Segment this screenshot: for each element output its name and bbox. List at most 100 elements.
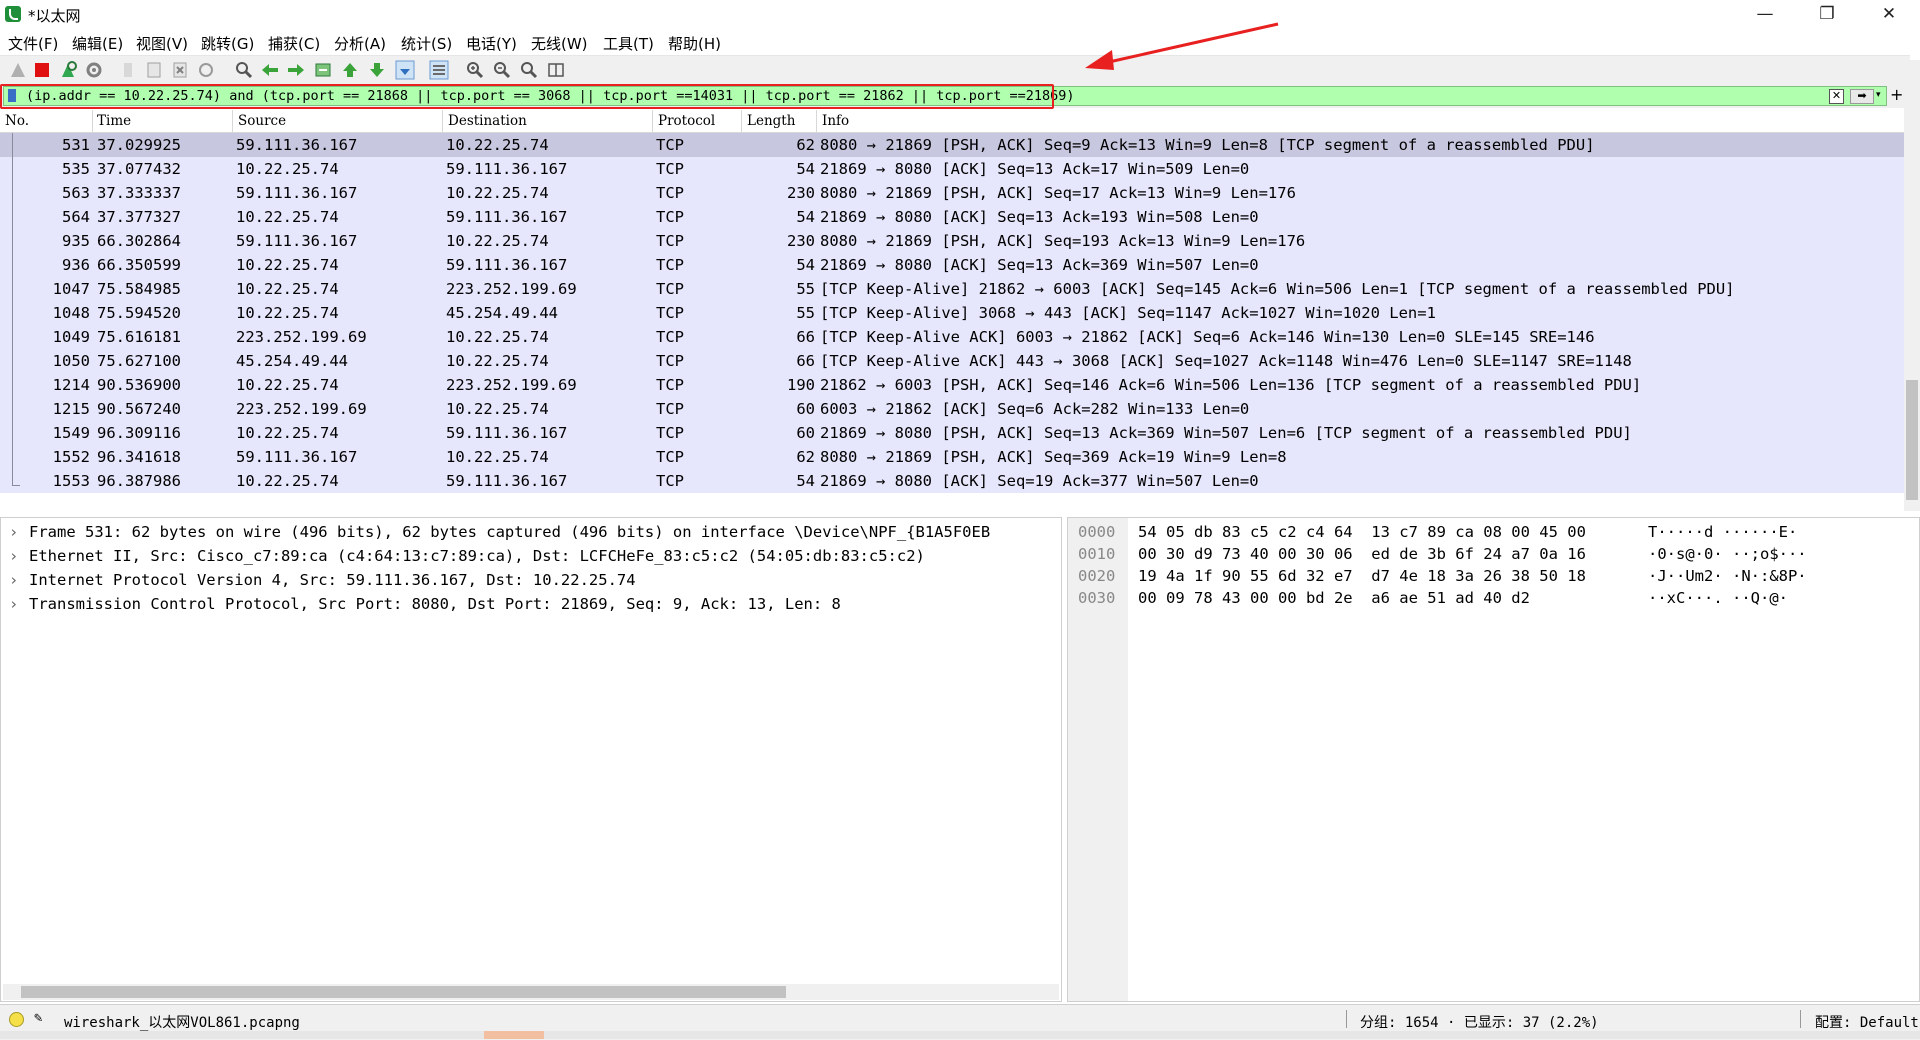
go-back-icon[interactable]	[260, 60, 280, 80]
apply-filter-icon[interactable]: ➡	[1850, 89, 1874, 104]
packet-row[interactable]: 1549 96.309116 10.22.25.74 59.111.36.167…	[0, 421, 1904, 445]
open-file-icon[interactable]	[118, 60, 138, 80]
packet-row[interactable]: 1047 75.584985 10.22.25.74 223.252.199.6…	[0, 277, 1904, 301]
stop-capture-icon[interactable]	[32, 60, 52, 80]
expand-chevron-icon[interactable]: ›	[9, 592, 29, 616]
close-file-icon[interactable]	[170, 60, 190, 80]
menu-view[interactable]: 视图(V)	[136, 33, 188, 54]
menu-analyze[interactable]: 分析(A)	[334, 33, 386, 54]
colorize-icon[interactable]	[429, 60, 449, 80]
packet-row-selected[interactable]: 531 37.029925 59.111.36.167 10.22.25.74 …	[0, 133, 1904, 157]
byte-hex[interactable]: 00 09 78 43 00 00 bd 2e a6 ae 51 ad 40 d…	[1138, 587, 1530, 609]
column-header-info[interactable]: Info	[822, 113, 849, 129]
packet-row[interactable]: 564 37.377327 10.22.25.74 59.111.36.167 …	[0, 205, 1904, 229]
restore-button[interactable]: ❐	[1804, 0, 1850, 30]
expand-chevron-icon[interactable]: ›	[9, 544, 29, 568]
cell-destination: 10.22.25.74	[446, 184, 549, 202]
byte-ascii[interactable]: T·····d ······E·	[1648, 521, 1797, 543]
profile-label[interactable]: 配置: Default	[1815, 1012, 1919, 1032]
packet-row[interactable]: 1552 96.341618 59.111.36.167 10.22.25.74…	[0, 445, 1904, 469]
packet-list-scrollbar[interactable]	[1904, 60, 1920, 511]
column-divider[interactable]	[741, 110, 742, 132]
detail-ethernet[interactable]: › Ethernet II, Src: Cisco_c7:89:ca (c4:64…	[9, 544, 925, 568]
zoom-out-icon[interactable]	[492, 60, 512, 80]
taskbar-item[interactable]	[484, 1031, 544, 1039]
autoscroll-icon[interactable]	[395, 60, 415, 80]
byte-ascii[interactable]: ··xC···. ··Q·@·	[1648, 587, 1788, 609]
byte-offset: 0010	[1078, 545, 1116, 563]
packet-row[interactable]: 1553 96.387986 10.22.25.74 59.111.36.167…	[0, 469, 1904, 493]
zoom-in-icon[interactable]	[465, 60, 485, 80]
edit-comment-icon[interactable]: ✎	[34, 1010, 42, 1026]
column-divider[interactable]	[816, 110, 817, 132]
capture-options-icon[interactable]	[84, 60, 104, 80]
byte-ascii[interactable]: ·0·s@·0· ··;o$···	[1648, 543, 1807, 565]
menu-go[interactable]: 跳转(G)	[201, 33, 254, 54]
go-first-icon[interactable]	[340, 60, 360, 80]
cell-time: 96.309116	[97, 424, 181, 442]
detail-ip[interactable]: › Internet Protocol Version 4, Src: 59.11…	[9, 568, 636, 592]
column-divider[interactable]	[652, 110, 653, 132]
cell-time: 75.616181	[97, 328, 181, 346]
add-filter-button-icon[interactable]: +	[1890, 86, 1903, 104]
packet-row[interactable]: 563 37.333337 59.111.36.167 10.22.25.74 …	[0, 181, 1904, 205]
menu-help[interactable]: 帮助(H)	[668, 33, 721, 54]
expand-chevron-icon[interactable]: ›	[9, 568, 29, 592]
packet-row[interactable]: 1050 75.627100 45.254.49.44 10.22.25.74 …	[0, 349, 1904, 373]
column-divider[interactable]	[92, 110, 93, 132]
byte-hex[interactable]: 00 30 d9 73 40 00 30 06 ed de 3b 6f 24 a…	[1138, 543, 1586, 565]
save-file-icon[interactable]	[144, 60, 164, 80]
menu-wireless[interactable]: 无线(W)	[531, 33, 588, 54]
capture-file-name: wireshark_以太网VOL861.pcapng	[64, 1015, 300, 1031]
expert-info-icon[interactable]	[9, 1012, 24, 1027]
cell-time: 37.333337	[97, 184, 181, 202]
packet-row[interactable]: 936 66.350599 10.22.25.74 59.111.36.167 …	[0, 253, 1904, 277]
column-divider[interactable]	[442, 110, 443, 132]
column-header-length[interactable]: Length	[747, 113, 795, 129]
restart-capture-icon[interactable]	[58, 60, 78, 80]
menu-capture[interactable]: 捕获(C)	[268, 33, 320, 54]
column-header-protocol[interactable]: Protocol	[658, 113, 715, 129]
packet-row[interactable]: 935 66.302864 59.111.36.167 10.22.25.74 …	[0, 229, 1904, 253]
scrollbar-thumb[interactable]	[21, 986, 786, 998]
menu-tools[interactable]: 工具(T)	[603, 33, 654, 54]
packet-row[interactable]: 535 37.077432 10.22.25.74 59.111.36.167 …	[0, 157, 1904, 181]
byte-hex[interactable]: 54 05 db 83 c5 c2 c4 64 13 c7 89 ca 08 0…	[1138, 521, 1586, 543]
menu-statistics[interactable]: 统计(S)	[401, 33, 452, 54]
column-divider[interactable]	[232, 110, 233, 132]
column-header-source[interactable]: Source	[238, 113, 286, 129]
filter-history-dropdown-icon[interactable]: ▾	[1876, 89, 1886, 102]
cell-no: 1048	[52, 304, 90, 322]
clear-filter-icon[interactable]: ✕	[1829, 89, 1844, 104]
cell-source: 10.22.25.74	[236, 424, 339, 442]
column-header-destination[interactable]: Destination	[448, 113, 527, 129]
packet-row[interactable]: 1048 75.594520 10.22.25.74 45.254.49.44 …	[0, 301, 1904, 325]
detail-tcp[interactable]: › Transmission Control Protocol, Src Port…	[9, 592, 841, 616]
go-forward-icon[interactable]	[286, 60, 306, 80]
packet-row[interactable]: 1214 90.536900 10.22.25.74 223.252.199.6…	[0, 373, 1904, 397]
go-to-packet-icon[interactable]	[313, 60, 333, 80]
resize-columns-icon[interactable]	[546, 60, 566, 80]
packet-row[interactable]: 1049 75.616181 223.252.199.69 10.22.25.7…	[0, 325, 1904, 349]
minimize-button[interactable]: —	[1742, 0, 1788, 30]
close-window-button[interactable]: ✕	[1866, 0, 1912, 30]
start-capture-icon[interactable]	[8, 60, 28, 80]
scrollbar-thumb[interactable]	[1906, 380, 1918, 500]
reload-file-icon[interactable]	[196, 60, 216, 80]
column-header-no[interactable]: No.	[5, 113, 29, 129]
cell-protocol: TCP	[656, 208, 684, 226]
menu-file[interactable]: 文件(F)	[8, 33, 58, 54]
go-last-icon[interactable]	[367, 60, 387, 80]
menu-edit[interactable]: 编辑(E)	[72, 33, 123, 54]
column-header-time[interactable]: Time	[97, 113, 131, 129]
expand-chevron-icon[interactable]: ›	[9, 520, 29, 544]
detail-frame[interactable]: › Frame 531: 62 bytes on wire (496 bits),…	[9, 520, 990, 544]
byte-hex[interactable]: 19 4a 1f 90 55 6d 32 e7 d7 4e 18 3a 26 3…	[1138, 565, 1586, 587]
packet-row[interactable]: 1215 90.567240 223.252.199.69 10.22.25.7…	[0, 397, 1904, 421]
packet-list-header: No. Time Source Destination Protocol Len…	[0, 110, 1904, 133]
zoom-normal-icon[interactable]	[519, 60, 539, 80]
find-packet-icon[interactable]	[234, 60, 254, 80]
details-horizontal-scrollbar[interactable]	[3, 984, 1059, 1000]
menu-telephony[interactable]: 电话(Y)	[466, 33, 517, 54]
byte-ascii[interactable]: ·J··Um2· ·N·:&8P·	[1648, 565, 1807, 587]
